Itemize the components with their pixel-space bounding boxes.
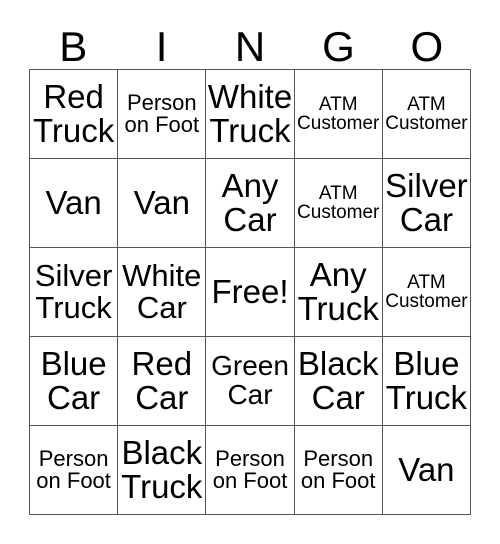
bingo-cell-label: Van	[398, 451, 455, 489]
bingo-grid: Red Truck Person on Foot White Truck ATM…	[29, 69, 472, 515]
bingo-cell[interactable]: White Truck	[206, 70, 295, 159]
bingo-header-row: B I N G O	[29, 14, 471, 69]
bingo-row: Van Van Any Car ATM Customer Silver Car	[30, 159, 472, 248]
bingo-cell[interactable]: Person on Foot	[206, 426, 295, 515]
bingo-cell-label: ATM Customer	[297, 182, 380, 223]
bingo-cell[interactable]: Blue Truck	[382, 337, 472, 426]
bingo-cell-label: ATM Customer	[385, 271, 468, 312]
bingo-row: Red Truck Person on Foot White Truck ATM…	[30, 70, 472, 159]
bingo-cell-label: Any Car	[221, 167, 279, 238]
bingo-cell[interactable]: ATM Customer	[382, 248, 472, 337]
bingo-cell[interactable]: Person on Foot	[30, 426, 119, 515]
bingo-cell[interactable]: Any Car	[206, 159, 295, 248]
bingo-cell-label: Person on Foot	[36, 445, 111, 493]
bingo-cell[interactable]: Black Truck	[118, 426, 207, 515]
bingo-cell-label: Green Car	[211, 350, 289, 410]
bingo-cell-label: Black Car	[297, 345, 379, 416]
bingo-cell[interactable]: Person on Foot	[118, 70, 207, 159]
bingo-cell[interactable]: Black Car	[294, 337, 383, 426]
bingo-cell-label: ATM Customer	[385, 93, 468, 134]
bingo-cell[interactable]: Green Car	[206, 337, 295, 426]
bingo-card: B I N G O Red Truck Person on Foot White…	[29, 14, 472, 515]
bingo-cell-label: ATM Customer	[297, 93, 380, 134]
bingo-cell-label: Red Truck	[32, 78, 115, 149]
bingo-cell-label: Silver Car	[385, 167, 468, 238]
bingo-cell[interactable]: Any Truck	[294, 248, 383, 337]
bingo-cell[interactable]: Van	[118, 159, 207, 248]
bingo-row: Blue Car Red Car Green Car Black Car Blu…	[30, 337, 472, 426]
bingo-cell-label: White Truck	[207, 78, 293, 149]
bingo-row: Silver Truck White Car Free! Any Truck A…	[30, 248, 472, 337]
bingo-cell[interactable]: Silver Car	[382, 159, 472, 248]
bingo-cell[interactable]: Red Truck	[30, 70, 119, 159]
bingo-cell-label: Van	[45, 184, 102, 222]
bingo-cell[interactable]: Silver Truck	[30, 248, 119, 337]
bingo-cell[interactable]: ATM Customer	[294, 159, 383, 248]
bingo-cell-label: Red Car	[131, 345, 193, 416]
bingo-cell-label: Any Truck	[297, 256, 379, 327]
bingo-cell-label: White Car	[122, 258, 202, 325]
bingo-cell-label: Silver Truck	[34, 258, 113, 325]
bingo-header-letter-n: N	[234, 23, 266, 70]
bingo-cell[interactable]: Van	[30, 159, 119, 248]
bingo-cell[interactable]: Van	[382, 426, 472, 515]
bingo-cell-label: Person on Foot	[212, 445, 288, 493]
bingo-cell[interactable]: Person on Foot	[294, 426, 383, 515]
bingo-cell-label: Van	[133, 184, 190, 222]
bingo-header-letter-o: O	[410, 23, 444, 70]
bingo-cell[interactable]: ATM Customer	[382, 70, 472, 159]
bingo-cell-label: Person on Foot	[300, 445, 376, 493]
bingo-header-letter-g: G	[322, 23, 355, 70]
bingo-cell[interactable]: ATM Customer	[294, 70, 383, 159]
bingo-cell[interactable]: Blue Car	[30, 337, 119, 426]
bingo-cell-label: Person on Foot	[124, 89, 200, 137]
bingo-cell[interactable]: Red Car	[118, 337, 207, 426]
bingo-cell-label: Black Truck	[121, 434, 203, 505]
bingo-header-letter-i: I	[155, 23, 168, 70]
bingo-cell-label: Blue Truck	[385, 345, 468, 416]
bingo-cell-label: Blue Car	[40, 345, 107, 416]
bingo-cell[interactable]: White Car	[118, 248, 207, 337]
bingo-free-space-label: Free!	[211, 273, 289, 311]
bingo-header-letter-b: B	[59, 23, 88, 70]
bingo-free-space-cell[interactable]: Free!	[206, 248, 295, 337]
bingo-row: Person on Foot Black Truck Person on Foo…	[30, 426, 472, 515]
